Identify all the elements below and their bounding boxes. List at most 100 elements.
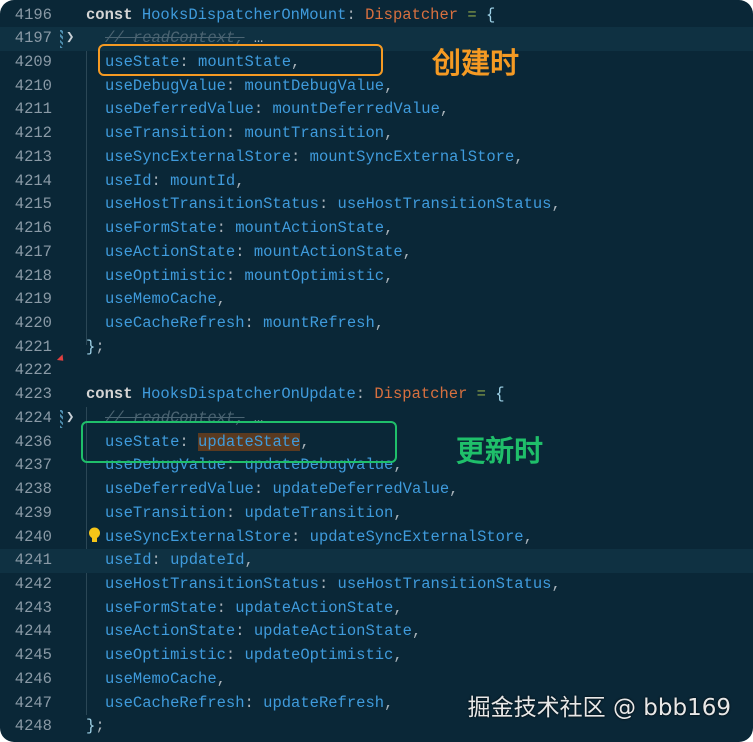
code-line[interactable]: 4215 useHostTransitionStatus: useHostTran… [0, 193, 753, 217]
line-number: 4212 [14, 124, 52, 143]
code-token: , [384, 124, 394, 143]
line-number: 4215 [14, 195, 52, 214]
code-token: useHostTransitionStatus [105, 575, 319, 594]
code-editor: 4196 const HooksDispatcherOnMount: Dispat… [0, 0, 753, 742]
code-token: mountActionState [235, 219, 385, 238]
code-text: }; [86, 336, 105, 360]
code-token: useSyncExternalStore [105, 527, 292, 546]
code-token: : [216, 219, 236, 238]
code-text: useId: updateId, [105, 549, 254, 573]
code-line[interactable]: 4212 useTransition: mountTransition, [0, 122, 753, 146]
code-line[interactable]: 4223 const HooksDispatcherOnUpdate: Dispa… [0, 383, 753, 407]
code-line[interactable]: 4196 const HooksDispatcherOnMount: Dispat… [0, 4, 753, 28]
code-token: updateTransition [244, 503, 394, 522]
code-line[interactable]: 4218 useOptimistic: mountOptimistic, [0, 265, 753, 289]
code-token: , [551, 195, 561, 214]
line-number: 4216 [14, 219, 52, 238]
code-line[interactable]: 4216 useFormState: mountActionState, [0, 217, 753, 241]
code-line[interactable]: 4221}; [0, 336, 753, 360]
code-token: , [244, 551, 254, 570]
line-number: 4245 [14, 646, 52, 665]
code-token: useMemoCache [105, 669, 217, 688]
code-token: useCacheRefresh [105, 693, 245, 712]
code-token: mountId [170, 171, 236, 190]
update-label: 更新时 [456, 434, 544, 468]
code-line[interactable]: 4243 useFormState: updateActionState, [0, 597, 753, 621]
code-text: useSyncExternalStore: updateSyncExternal… [105, 526, 533, 550]
code-line[interactable]: 4214 useId: mountId, [0, 170, 753, 194]
fold-chevron-icon[interactable]: ❯ [66, 407, 74, 431]
code-line[interactable]: 4245 useOptimistic: updateOptimistic, [0, 644, 753, 668]
code-text: const HooksDispatcherOnMount: Dispatcher… [86, 4, 495, 28]
code-token: ; [95, 717, 105, 736]
code-line[interactable]: 4219 useMemoCache, [0, 288, 753, 312]
code-token: , [235, 171, 245, 190]
code-line[interactable]: 4244 useActionState: updateActionState, [0, 620, 753, 644]
code-line[interactable]: 4211 useDeferredValue: mountDeferredValue… [0, 98, 753, 122]
code-token: : [225, 124, 245, 143]
code-token: useCacheRefresh [105, 313, 245, 332]
code-text: useDebugValue: mountDebugValue, [105, 75, 393, 99]
code-line[interactable]: 4239 useTransition: updateTransition, [0, 502, 753, 526]
code-token: mountOptimistic [244, 266, 385, 285]
code-token: Dispatcher [365, 5, 459, 24]
code-token: , [384, 266, 394, 285]
code-token: , [439, 100, 450, 119]
code-token: updateDeferredValue [272, 480, 450, 499]
code-token: , [216, 290, 226, 309]
code-token: : [225, 266, 245, 285]
lightbulb-icon[interactable] [88, 527, 101, 543]
code-token: , [514, 147, 524, 166]
code-token: : [318, 195, 338, 214]
code-line[interactable]: 4240 useSyncExternalStore: updateSyncExte… [0, 526, 753, 550]
code-token: : [225, 646, 245, 665]
code-token: updateActionState [235, 598, 394, 617]
code-text: useCacheRefresh: mountRefresh, [105, 312, 384, 336]
update-highlight-box [81, 421, 397, 463]
code-line[interactable]: 4241 useId: updateId, [0, 549, 753, 573]
code-token: const [86, 385, 142, 404]
code-token: , [449, 480, 459, 499]
code-token: HooksDispatcherOnUpdate [141, 385, 356, 404]
code-token: : [291, 147, 310, 166]
code-token: : [318, 575, 338, 594]
code-token: useDeferredValue [105, 100, 254, 119]
code-token: , [402, 242, 412, 261]
line-number: 4223 [14, 385, 52, 404]
code-text: useDeferredValue: updateDeferredValue, [105, 478, 458, 502]
code-token: , [374, 313, 385, 332]
code-text: useId: mountId, [105, 170, 245, 194]
line-number: 4196 [14, 5, 52, 24]
code-token: useOptimistic [105, 646, 226, 665]
code-text: useDeferredValue: mountDeferredValue, [105, 98, 449, 122]
line-number: 4210 [14, 76, 52, 95]
code-line[interactable]: 4220 useCacheRefresh: mountRefresh, [0, 312, 753, 336]
code-text: const HooksDispatcherOnUpdate: Dispatche… [86, 383, 505, 407]
code-line[interactable]: 4242 useHostTransitionStatus: useHostTran… [0, 573, 753, 597]
code-text: useSyncExternalStore: mountSyncExternalS… [105, 146, 524, 170]
code-token: mountDebugValue [244, 76, 385, 95]
code-token: updateOptimistic [244, 646, 394, 665]
code-line[interactable]: 4238 useDeferredValue: updateDeferredValu… [0, 478, 753, 502]
code-line[interactable]: 4213 useSyncExternalStore: mountSyncExter… [0, 146, 753, 170]
code-token: mountActionState [253, 242, 403, 261]
code-token: mountSyncExternalStore [309, 147, 515, 166]
code-line[interactable]: 4210 useDebugValue: mountDebugValue, [0, 75, 753, 99]
code-token: useHostTransitionStatus [105, 195, 319, 214]
mount-highlight-box [98, 44, 383, 76]
code-token: useId [105, 551, 152, 570]
line-number: 4248 [14, 717, 52, 736]
code-token: updateActionState [253, 622, 412, 641]
code-token: = [458, 5, 486, 24]
code-token: } [86, 337, 96, 356]
code-token: updateSyncExternalStore [309, 527, 524, 546]
fold-chevron-icon[interactable]: ❯ [66, 27, 74, 51]
code-token: , [523, 527, 533, 546]
code-line[interactable]: 4217 useActionState: mountActionState, [0, 241, 753, 265]
code-text: useCacheRefresh: updateRefresh, [105, 692, 393, 716]
line-number: 4240 [14, 527, 52, 546]
code-token: : [253, 480, 273, 499]
line-number: 4197 [14, 29, 52, 48]
code-line[interactable]: 4222 [0, 359, 753, 383]
code-token: : [216, 598, 236, 617]
